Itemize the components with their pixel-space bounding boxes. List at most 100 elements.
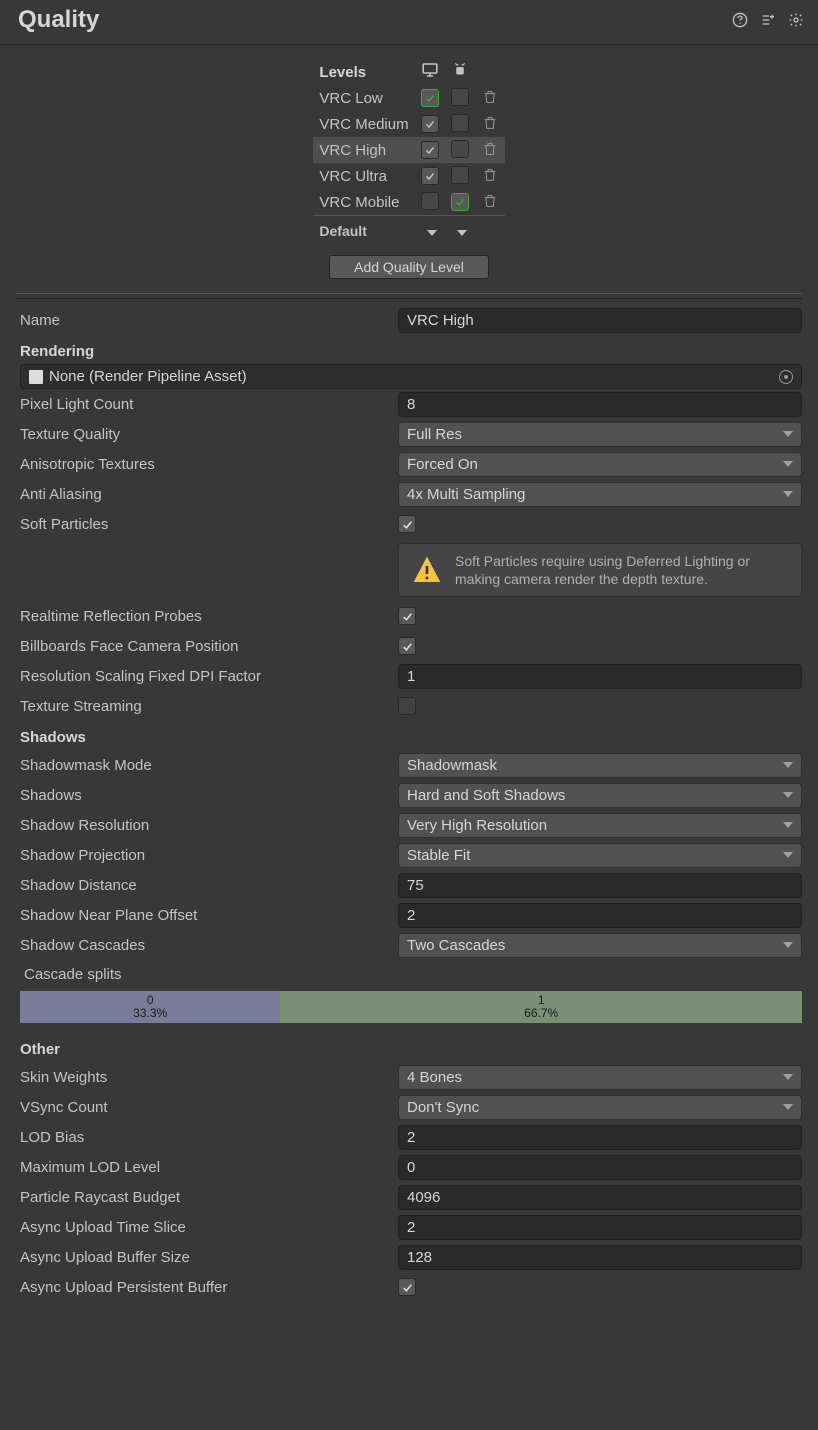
soft-particles-label: Soft Particles: [20, 516, 398, 533]
gear-icon[interactable]: [788, 12, 804, 28]
level-platform-checkbox[interactable]: [421, 192, 439, 210]
lod-label: LOD Bias: [20, 1129, 398, 1146]
maxlod-label: Maximum LOD Level: [20, 1159, 398, 1176]
level-row[interactable]: VRC Ultra: [313, 163, 504, 189]
cascade-splits-bar: 033.3%166.7%: [20, 991, 802, 1023]
object-picker-icon[interactable]: [779, 370, 793, 384]
shadow-proj-dropdown[interactable]: Stable Fit: [398, 843, 802, 868]
shadow-res-dropdown[interactable]: Very High Resolution: [398, 813, 802, 838]
aa-dropdown[interactable]: 4x Multi Sampling: [398, 482, 802, 507]
help-icon[interactable]: [732, 12, 748, 28]
level-platform-checkbox[interactable]: [451, 140, 469, 158]
async-persist-checkbox[interactable]: [398, 1278, 416, 1296]
texture-quality-label: Texture Quality: [20, 426, 398, 443]
cascade-splits-label: Cascade splits: [20, 960, 802, 989]
mask-label: Shadowmask Mode: [20, 757, 398, 774]
level-name: VRC Ultra: [313, 163, 414, 189]
skin-dropdown[interactable]: 4 Bones: [398, 1065, 802, 1090]
level-platform-checkbox[interactable]: [421, 115, 439, 133]
name-label: Name: [20, 312, 398, 329]
trash-icon[interactable]: [482, 144, 498, 160]
pipeline-asset-field[interactable]: None (Render Pipeline Asset): [20, 364, 802, 389]
pixel-light-label: Pixel Light Count: [20, 396, 398, 413]
other-title: Other: [20, 1033, 802, 1062]
rendering-title: Rendering: [20, 335, 802, 364]
maxlod-input[interactable]: [398, 1155, 802, 1180]
billboards-label: Billboards Face Camera Position: [20, 638, 398, 655]
default-mobile-dropdown[interactable]: [457, 230, 467, 236]
shadow-dist-label: Shadow Distance: [20, 877, 398, 894]
reflection-label: Realtime Reflection Probes: [20, 608, 398, 625]
shadow-near-input[interactable]: [398, 903, 802, 928]
shadows-label: Shadows: [20, 787, 398, 804]
async-buf-label: Async Upload Buffer Size: [20, 1249, 398, 1266]
trash-icon[interactable]: [482, 170, 498, 186]
page-title: Quality: [18, 6, 99, 34]
cascades-dropdown[interactable]: Two Cascades: [398, 933, 802, 958]
billboards-checkbox[interactable]: [398, 637, 416, 655]
tex-stream-checkbox[interactable]: [398, 697, 416, 715]
level-name: VRC Mobile: [313, 189, 414, 215]
dpi-input[interactable]: [398, 664, 802, 689]
dpi-label: Resolution Scaling Fixed DPI Factor: [20, 668, 398, 685]
skin-label: Skin Weights: [20, 1069, 398, 1086]
level-platform-checkbox[interactable]: [451, 114, 469, 132]
default-desktop-dropdown[interactable]: [427, 230, 437, 236]
level-platform-checkbox[interactable]: [451, 166, 469, 184]
header: Quality: [0, 0, 818, 45]
tex-stream-label: Texture Streaming: [20, 698, 398, 715]
level-row[interactable]: VRC Mobile: [313, 189, 504, 215]
add-quality-level-button[interactable]: Add Quality Level: [329, 255, 489, 279]
async-persist-label: Async Upload Persistent Buffer: [20, 1279, 398, 1296]
levels-header: Levels: [313, 59, 414, 85]
trash-icon[interactable]: [482, 196, 498, 212]
raycast-label: Particle Raycast Budget: [20, 1189, 398, 1206]
raycast-input[interactable]: [398, 1185, 802, 1210]
async-time-label: Async Upload Time Slice: [20, 1219, 398, 1236]
level-platform-checkbox[interactable]: [451, 88, 469, 106]
shadow-proj-label: Shadow Projection: [20, 847, 398, 864]
shadows-title: Shadows: [20, 721, 802, 750]
soft-particles-info: Soft Particles require using Deferred Li…: [398, 543, 802, 597]
level-name: VRC High: [313, 137, 414, 163]
name-input[interactable]: [398, 308, 802, 333]
level-row[interactable]: VRC Low: [313, 85, 504, 111]
async-time-input[interactable]: [398, 1215, 802, 1240]
desktop-icon: [421, 66, 439, 83]
trash-icon[interactable]: [482, 118, 498, 134]
texture-quality-dropdown[interactable]: Full Res: [398, 422, 802, 447]
reflection-checkbox[interactable]: [398, 607, 416, 625]
level-platform-checkbox[interactable]: [421, 167, 439, 185]
shadows-dropdown[interactable]: Hard and Soft Shadows: [398, 783, 802, 808]
aniso-label: Anisotropic Textures: [20, 456, 398, 473]
level-platform-checkbox[interactable]: [451, 193, 469, 211]
async-buf-input[interactable]: [398, 1245, 802, 1270]
cascade-segment[interactable]: 166.7%: [280, 991, 802, 1023]
level-platform-checkbox[interactable]: [421, 89, 439, 107]
cascade-segment[interactable]: 033.3%: [20, 991, 280, 1023]
level-platform-checkbox[interactable]: [421, 141, 439, 159]
aa-label: Anti Aliasing: [20, 486, 398, 503]
document-icon: [29, 370, 43, 384]
lod-input[interactable]: [398, 1125, 802, 1150]
trash-icon[interactable]: [482, 92, 498, 108]
warning-icon: [411, 554, 443, 586]
level-name: VRC Medium: [313, 111, 414, 137]
level-row[interactable]: VRC Medium: [313, 111, 504, 137]
level-row[interactable]: VRC High: [313, 137, 504, 163]
shadow-dist-input[interactable]: [398, 873, 802, 898]
mask-dropdown[interactable]: Shadowmask: [398, 753, 802, 778]
shadow-near-label: Shadow Near Plane Offset: [20, 907, 398, 924]
vsync-dropdown[interactable]: Don't Sync: [398, 1095, 802, 1120]
vsync-label: VSync Count: [20, 1099, 398, 1116]
android-icon: [451, 66, 469, 83]
levels-area: Levels VRC LowVRC MediumVRC HighVRC Ultr…: [0, 45, 818, 247]
cascades-label: Shadow Cascades: [20, 937, 398, 954]
pixel-light-input[interactable]: [398, 392, 802, 417]
default-label: Default: [313, 215, 414, 241]
preset-icon[interactable]: [760, 12, 776, 28]
aniso-dropdown[interactable]: Forced On: [398, 452, 802, 477]
level-name: VRC Low: [313, 85, 414, 111]
shadow-res-label: Shadow Resolution: [20, 817, 398, 834]
soft-particles-checkbox[interactable]: [398, 515, 416, 533]
